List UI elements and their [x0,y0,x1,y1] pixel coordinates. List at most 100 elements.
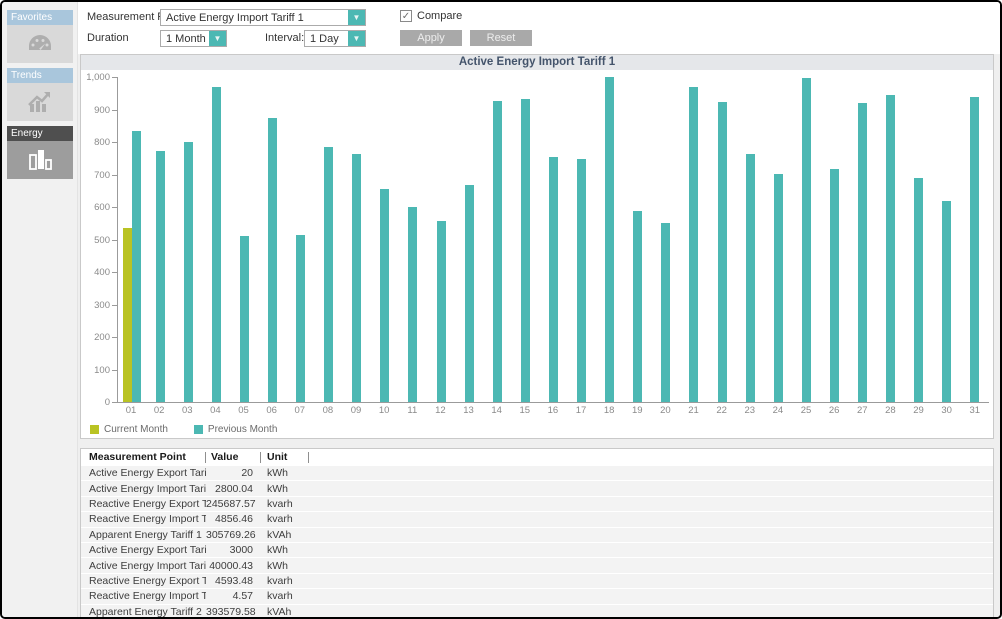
sidebar-item-energy[interactable]: Energy [7,126,73,179]
table-column-header[interactable]: Value [206,449,261,466]
value-cell: 4856.46 [206,513,261,525]
y-axis-tick-label: 700 [94,170,110,181]
interval-dropdown[interactable]: 1 Day ▼ [304,30,366,47]
bar-previous-month-31 [970,97,979,402]
sidebar-item-trends[interactable]: Trends [7,68,73,121]
bar-group-15 [511,77,539,402]
table-row: Active Energy Export Tariff 120kWh [81,466,993,481]
measurement-point-cell: Active Energy Import Tariff 1 [81,483,206,495]
x-axis-label: 31 [961,405,989,416]
bar-group-03 [174,77,202,402]
bar-group-02 [146,77,174,402]
measurement-point-cell: Active Energy Import Tariff 2 [81,560,206,572]
duration-label: Duration [87,30,129,47]
chevron-down-icon[interactable]: ▼ [348,10,365,25]
table-row: Active Energy Export Tariff 23000kWh [81,543,993,558]
x-axis-label: 21 [680,405,708,416]
x-axis-label: 30 [933,405,961,416]
bar-previous-month-21 [689,87,698,402]
bar-group-12 [427,77,455,402]
chevron-down-icon[interactable]: ▼ [348,31,365,46]
sidebar-item-label: Trends [7,68,73,83]
chevron-down-icon[interactable]: ▼ [209,31,226,46]
x-axis-label: 01 [117,405,145,416]
bar-group-07 [287,77,315,402]
bar-previous-month-12 [437,221,446,402]
bar-group-20 [652,77,680,402]
chart-title: Active Energy Import Tariff 1 [81,55,993,70]
apply-button[interactable]: Apply [400,30,462,46]
controls-bar: Measurement Point Active Energy Import T… [78,2,1000,54]
app-window: Favorites Trends [0,0,1002,619]
sidebar-item-label: Favorites [7,10,73,25]
interval-value: 1 Day [305,33,348,45]
bar-group-05 [230,77,258,402]
bar-previous-month-04 [212,87,221,402]
bar-previous-month-30 [942,201,951,402]
gauge-icon [25,31,55,57]
measurement-point-cell: Apparent Energy Tariff 1 [81,529,206,541]
y-axis-tick-label: 500 [94,235,110,246]
bar-group-24 [764,77,792,402]
table-column-header[interactable]: Measurement Point [81,449,206,466]
value-cell: 2800.04 [206,483,261,495]
y-axis-tick-label: 0 [105,397,110,408]
bar-group-01 [118,77,146,402]
bar-previous-month-15 [521,99,530,402]
unit-cell: kWh [261,544,309,556]
table-row: Reactive Energy Export Tariff 24593.48kv… [81,574,993,589]
legend-label: Current Month [104,424,168,435]
unit-cell: kVAh [261,606,309,617]
bar-group-23 [736,77,764,402]
tick-mark [112,305,117,306]
bar-previous-month-25 [802,78,811,402]
tick-mark [112,110,117,111]
x-axis-label: 11 [398,405,426,416]
x-axis-label: 15 [511,405,539,416]
y-axis-tick-label: 1,000 [86,72,110,83]
table-body: Active Energy Export Tariff 120kWhActive… [81,466,993,617]
bar-group-17 [568,77,596,402]
reset-button[interactable]: Reset [470,30,532,46]
x-axis-label: 23 [736,405,764,416]
y-axis-tick-label: 800 [94,137,110,148]
bar-current-month-01 [123,228,132,402]
x-axis-label: 06 [258,405,286,416]
measurement-point-dropdown[interactable]: Active Energy Import Tariff 1 ▼ [160,9,366,26]
table-column-header[interactable]: Unit [261,449,309,466]
bar-previous-month-07 [296,235,305,402]
table-row: Reactive Energy Export Tariff 1245687.57… [81,497,993,512]
bar-group-27 [848,77,876,402]
bar-previous-month-24 [774,174,783,402]
unit-cell: kvarh [261,513,309,525]
compare-checkbox[interactable]: ✓ Compare [400,10,462,22]
measurement-point-cell: Reactive Energy Import Tariff 1 [81,513,206,525]
duration-dropdown[interactable]: 1 Month ▼ [160,30,227,47]
duration-value: 1 Month [161,33,209,45]
legend-item: Current Month [90,424,168,435]
legend-label: Previous Month [208,424,277,435]
tick-mark [112,142,117,143]
bar-previous-month-28 [886,95,895,402]
measurements-table: Measurement PointValueUnit Active Energy… [80,448,994,617]
unit-cell: kWh [261,560,309,572]
tick-mark [112,77,117,78]
unit-cell: kVAh [261,529,309,541]
bar-group-21 [680,77,708,402]
compare-label: Compare [417,10,462,22]
x-axis-label: 08 [314,405,342,416]
energy-tile[interactable] [7,141,73,179]
y-axis-tick-label: 300 [94,300,110,311]
interval-label: Interval: [265,30,304,47]
checkbox-box[interactable]: ✓ [400,10,412,22]
favorites-tile[interactable] [7,25,73,63]
measurement-point-cell: Reactive Energy Export Tariff 2 [81,575,206,587]
trend-icon [25,89,55,115]
measurement-point-cell: Active Energy Export Tariff 1 [81,467,206,479]
sidebar-item-favorites[interactable]: Favorites [7,10,73,63]
bar-previous-month-11 [408,207,417,402]
x-axis-label: 02 [145,405,173,416]
x-axis-label: 04 [201,405,229,416]
trends-tile[interactable] [7,83,73,121]
bar-previous-month-02 [156,151,165,402]
